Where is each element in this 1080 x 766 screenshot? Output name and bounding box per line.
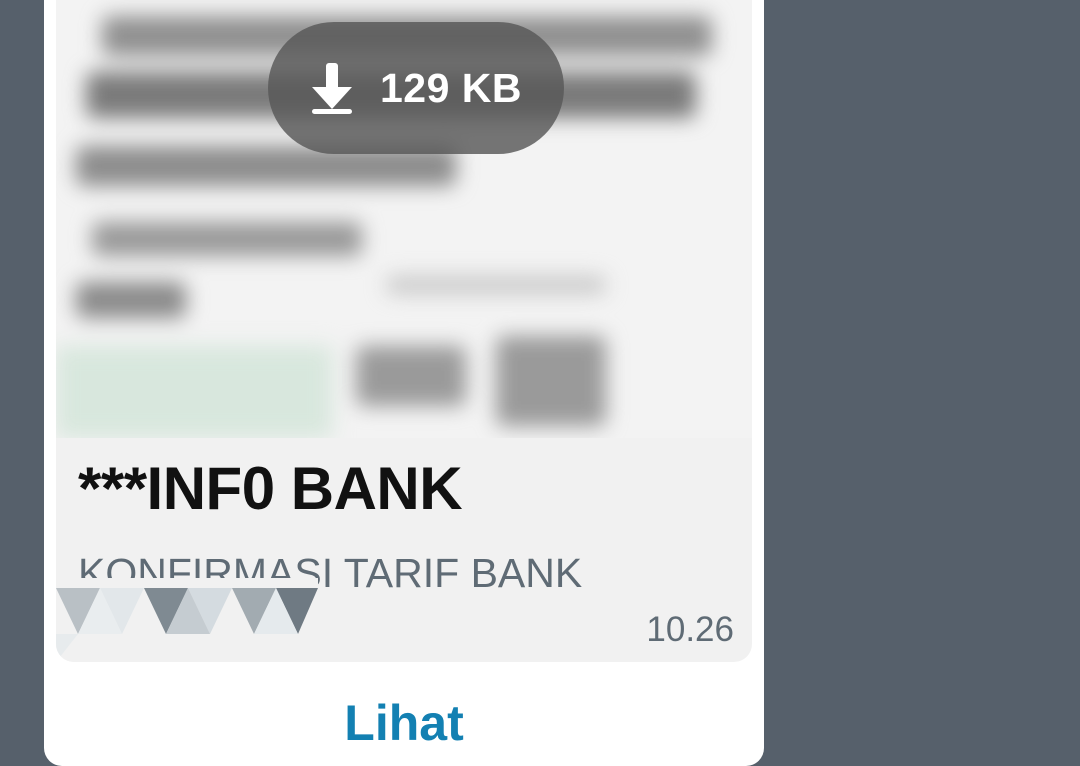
download-button[interactable]: 129 KB [268, 22, 564, 154]
file-size-label: 129 KB [379, 64, 522, 111]
message-caption: ***INF0 BANK KONFIRMASI TARIF BANK 10.26 [56, 438, 752, 662]
view-button-label: Lihat [344, 695, 464, 751]
message-title: ***INF0 BANK [78, 455, 463, 522]
message-bubble[interactable]: 129 KB ***INF0 BANK KONFIRMASI TARIF BAN… [44, 0, 764, 766]
message-time: 10.26 [646, 610, 734, 649]
view-button[interactable]: Lihat [44, 662, 764, 766]
download-arrow-icon [311, 63, 352, 114]
image-preview[interactable]: 129 KB [56, 0, 752, 438]
redaction-pattern [56, 578, 318, 662]
